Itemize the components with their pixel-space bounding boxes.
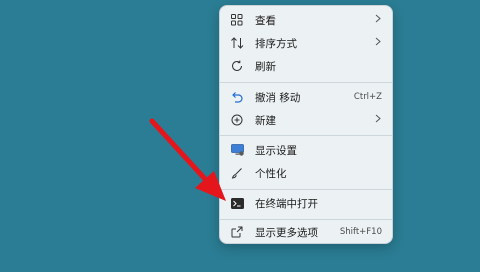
red-pointer-arrow — [149, 118, 226, 201]
